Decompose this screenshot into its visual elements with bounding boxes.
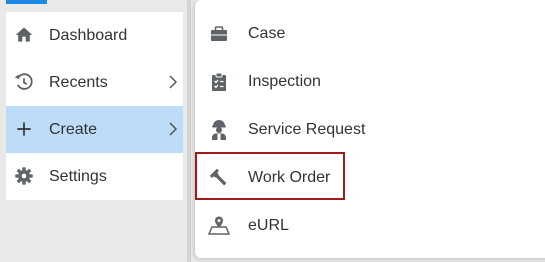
chevron-right-icon bbox=[169, 122, 177, 136]
submenu-item-label: Service Request bbox=[248, 121, 366, 138]
sidebar-item-label: Recents bbox=[49, 73, 108, 91]
gear-icon bbox=[13, 165, 35, 187]
submenu-item-label: Inspection bbox=[248, 73, 321, 90]
briefcase-icon bbox=[207, 22, 231, 46]
pane-divider[interactable] bbox=[187, 0, 191, 262]
app-accent-bar bbox=[6, 0, 47, 4]
sidebar-item-settings[interactable]: Settings bbox=[6, 153, 183, 200]
worker-icon bbox=[207, 118, 231, 142]
map-pin-icon bbox=[207, 214, 231, 238]
plus-icon bbox=[13, 118, 35, 140]
sidebar-item-recents[interactable]: Recents bbox=[6, 59, 183, 106]
submenu-item-inspection[interactable]: Inspection bbox=[195, 58, 545, 106]
sidebar-item-create[interactable]: Create bbox=[6, 106, 183, 153]
chevron-right-icon bbox=[169, 75, 177, 89]
sidebar-nav: Dashboard Recents Create Settings bbox=[6, 12, 183, 200]
sidebar-item-dashboard[interactable]: Dashboard bbox=[6, 12, 183, 59]
sidebar-item-label: Settings bbox=[49, 167, 107, 185]
clipboard-icon bbox=[207, 70, 231, 94]
submenu-item-eurl[interactable]: eURL bbox=[195, 202, 545, 250]
home-icon bbox=[13, 24, 35, 46]
history-icon bbox=[13, 71, 35, 93]
work-order-highlight bbox=[195, 152, 345, 200]
submenu-item-label: Case bbox=[248, 25, 286, 42]
create-submenu: Case Inspection Service Request Work Ord… bbox=[195, 0, 545, 258]
sidebar-item-label: Dashboard bbox=[49, 26, 128, 44]
submenu-item-service-request[interactable]: Service Request bbox=[195, 106, 545, 154]
sidebar-item-label: Create bbox=[49, 120, 98, 138]
submenu-item-case[interactable]: Case bbox=[195, 10, 545, 58]
submenu-item-label: eURL bbox=[248, 217, 289, 234]
